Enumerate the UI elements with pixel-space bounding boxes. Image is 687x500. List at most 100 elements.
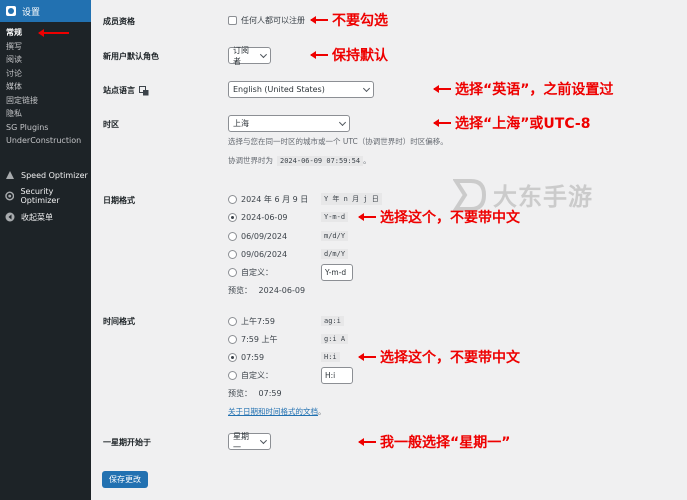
date-time-doc-suffix: 。 [318, 407, 326, 416]
annotation-week: 我一般选择“星期一” [380, 435, 511, 451]
date-format-radio-selected[interactable] [228, 212, 237, 222]
time-preview: 预览： 07:59 [228, 388, 282, 399]
time-format-option[interactable]: 上午7:59 ag:i [228, 315, 344, 327]
time-format-option[interactable]: 07:59 H:i [228, 351, 340, 363]
date-preview: 预览： 2024-06-09 [228, 285, 305, 296]
settings-menu-header[interactable]: 设置 [0, 0, 91, 22]
annotation-membership: 不要勾选 [332, 13, 388, 29]
time-format-code: H:i [321, 352, 340, 362]
site-language-select[interactable]: English (United States) [228, 81, 374, 98]
security-icon [5, 191, 15, 201]
time-format-label: 时间格式 [103, 317, 135, 326]
date-format-option[interactable]: 2024 年 6 月 9 日 Y 年 n 月 j 日 [228, 193, 382, 205]
date-format-option-text: 2024 年 6 月 9 日 [241, 194, 309, 204]
sidebar-item-reading[interactable]: 阅读 [0, 53, 91, 67]
anyone-can-register-label: 任何人都可以注册 [241, 16, 305, 25]
utc-time-display: 协调世界时为 2024-06-09 07:59:54 。 [228, 155, 371, 166]
annotation-arrow-date [358, 213, 376, 221]
annotation-arrow-language [433, 85, 451, 93]
date-format-option-text: 2024-06-09 [241, 212, 288, 222]
site-language-text: 站点语言 [103, 86, 135, 95]
date-time-doc: 关于日期和时间格式的文档。 [228, 406, 326, 417]
time-format-custom-input[interactable]: H:i [321, 366, 353, 384]
time-format-custom-radio[interactable] [228, 370, 237, 380]
sidebar-item-privacy[interactable]: 隐私 [0, 107, 91, 121]
utc-time-value: 2024-06-09 07:59:54 [277, 155, 364, 166]
membership-label: 成员资格 [103, 17, 135, 26]
time-format-radio[interactable] [228, 316, 237, 326]
settings-form: 成员资格 任何人都可以注册 新用户默认角色 订阅者 站点语言 English (… [91, 0, 687, 500]
sidebar-item-underconstruction[interactable]: UnderConstruction [0, 134, 91, 148]
time-preview-label: 预览： [228, 389, 252, 398]
date-format-code: Y-m-d [321, 212, 349, 222]
annotation-arrow-time [358, 353, 376, 361]
date-time-doc-link[interactable]: 关于日期和时间格式的文档 [228, 407, 318, 416]
translate-icon [139, 85, 149, 95]
time-format-option-text: 7:59 上午 [241, 334, 278, 344]
time-format-custom-option[interactable]: 自定义： H:i [228, 366, 353, 384]
date-format-label: 日期格式 [103, 196, 135, 205]
chevron-down-icon [362, 84, 371, 92]
annotation-arrow-sidebar [38, 29, 69, 37]
sidebar-item-security-optimizer[interactable]: Security Optimizer [0, 186, 91, 207]
chevron-down-icon [260, 436, 268, 444]
date-format-option-text: 06/09/2024 [241, 231, 288, 241]
time-format-custom-label: 自定义： [241, 370, 273, 380]
speed-optimizer-label: Speed Optimizer [21, 170, 88, 180]
chevron-down-icon [338, 118, 347, 126]
annotation-role: 保持默认 [332, 48, 388, 64]
week-start-label: 一星期开始于 [103, 438, 151, 447]
annotation-time: 选择这个，不要带中文 [380, 350, 520, 366]
date-format-option[interactable]: 09/06/2024 d/m/Y [228, 248, 349, 260]
date-format-custom-label: 自定义： [241, 267, 273, 277]
sidebar-item-writing[interactable]: 撰写 [0, 40, 91, 54]
timezone-value: 上海 [233, 119, 249, 128]
date-format-code: d/m/Y [321, 249, 349, 259]
annotation-arrow-week [358, 438, 376, 446]
date-format-option[interactable]: 06/09/2024 m/d/Y [228, 230, 349, 242]
time-format-radio[interactable] [228, 334, 237, 344]
sidebar-item-sg-plugins[interactable]: SG Plugins [0, 121, 91, 135]
collapse-menu-button[interactable]: 收起菜单 [0, 207, 91, 228]
speed-icon [6, 171, 14, 179]
anyone-can-register-checkbox[interactable] [228, 16, 237, 25]
date-preview-label: 预览： [228, 286, 252, 295]
week-start-select[interactable]: 星期一 [228, 432, 271, 452]
annotation-arrow-role [310, 51, 328, 59]
annotation-language: 选择“英语”，之前设置过 [455, 82, 614, 98]
save-changes-button[interactable]: 保存更改 [102, 471, 148, 488]
timezone-help: 选择与您在同一时区的城市或一个 UTC（协调世界时）时区偏移。 [228, 137, 448, 146]
date-format-option[interactable]: 2024-06-09 Y-m-d [228, 211, 349, 223]
time-format-radio-selected[interactable] [228, 352, 237, 362]
date-format-radio[interactable] [228, 249, 237, 259]
date-format-radio[interactable] [228, 194, 237, 204]
collapse-menu-label: 收起菜单 [21, 212, 53, 222]
date-format-code: m/d/Y [321, 231, 349, 241]
annotation-timezone: 选择“上海”或UTC-8 [455, 116, 591, 132]
date-format-custom-option[interactable]: 自定义： Y-m-d [228, 263, 353, 281]
date-format-code: Y 年 n 月 j 日 [321, 193, 382, 205]
time-format-option[interactable]: 7:59 上午 g:i A [228, 333, 349, 345]
sidebar-item-speed-optimizer[interactable]: Speed Optimizer [0, 165, 91, 186]
date-format-custom-radio[interactable] [228, 267, 237, 277]
date-preview-value: 2024-06-09 [258, 286, 306, 295]
time-format-option-text: 07:59 [241, 352, 265, 362]
site-language-value: English (United States) [233, 85, 325, 94]
time-preview-value: 07:59 [258, 389, 282, 398]
settings-menu-label: 设置 [22, 7, 41, 18]
default-role-select[interactable]: 订阅者 [228, 46, 271, 66]
time-format-code: g:i A [321, 334, 349, 344]
plugin-menu: Speed Optimizer Security Optimizer 收起菜单 [0, 165, 91, 228]
admin-sidebar: 设置 常规 撰写 阅读 讨论 媒体 固定链接 隐私 SG Plugins Und… [0, 0, 91, 500]
sidebar-item-permalinks[interactable]: 固定链接 [0, 94, 91, 108]
site-language-label: 站点语言 [103, 85, 149, 96]
date-format-custom-input[interactable]: Y-m-d [321, 263, 353, 281]
date-format-option-text: 09/06/2024 [241, 249, 288, 259]
date-format-radio[interactable] [228, 231, 237, 241]
security-optimizer-label: Security Optimizer [20, 187, 60, 205]
time-format-option-text: 上午7:59 [241, 316, 275, 326]
timezone-select[interactable]: 上海 [228, 115, 350, 132]
utc-time-suffix: 。 [363, 156, 371, 165]
sidebar-item-discussion[interactable]: 讨论 [0, 67, 91, 81]
sidebar-item-media[interactable]: 媒体 [0, 80, 91, 94]
